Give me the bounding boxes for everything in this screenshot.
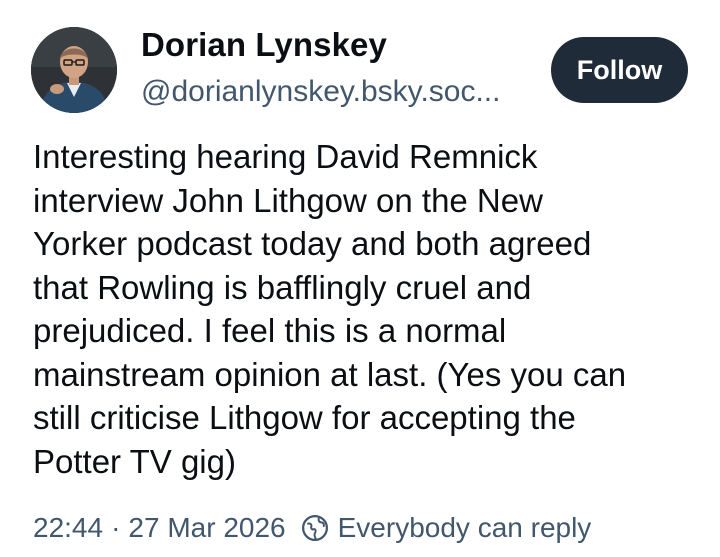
post-meta: 22:44 · 27 Mar 2026 Everybody can reply xyxy=(33,508,591,548)
post-date[interactable]: 27 Mar 2026 xyxy=(128,512,285,544)
meta-separator: · xyxy=(111,512,121,543)
reply-setting[interactable]: Everybody can reply xyxy=(338,512,592,544)
globe-icon xyxy=(300,513,330,543)
post-time[interactable]: 22:44 xyxy=(33,512,103,544)
post-card: Dorian Lynskey @dorianlynskey.bsky.soc..… xyxy=(0,0,720,557)
author-handle[interactable]: @dorianlynskey.bsky.soc... xyxy=(141,75,500,109)
post-text: Interesting hearing David Remnick interv… xyxy=(33,138,627,480)
follow-button[interactable]: Follow xyxy=(551,37,688,103)
avatar[interactable] xyxy=(31,27,117,113)
author-display-name[interactable]: Dorian Lynskey xyxy=(141,26,387,64)
